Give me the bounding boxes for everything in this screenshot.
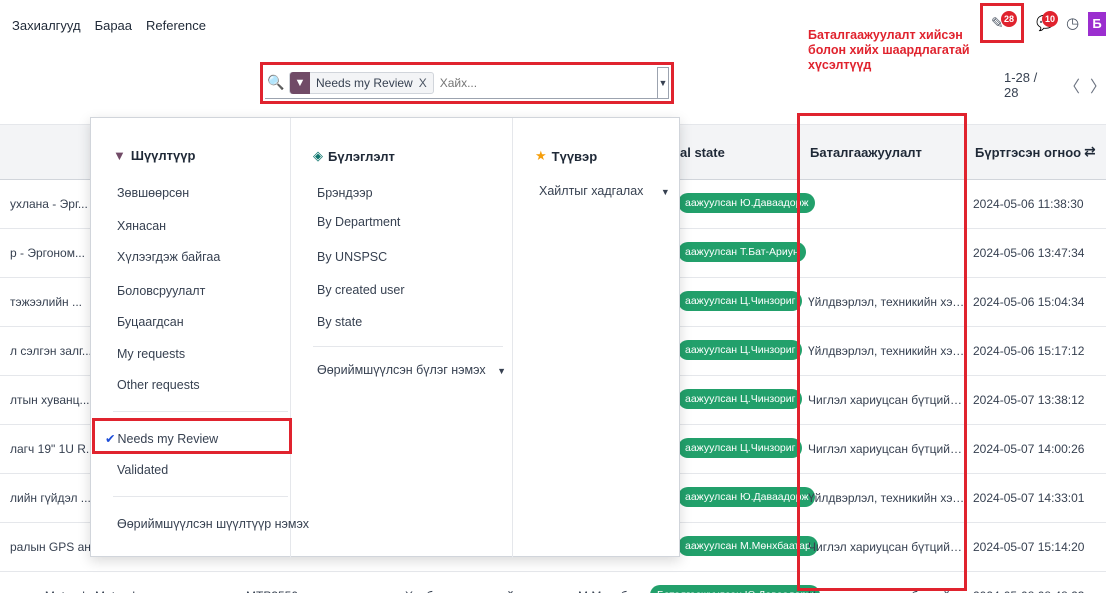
filters-separator [113, 411, 288, 412]
filters-separator-2 [113, 496, 288, 497]
cell-name: лийн гүйдэл ... [10, 491, 90, 505]
filter-my-requests[interactable]: My requests [117, 347, 185, 361]
cell-date: 2024-05-07 13:38:12 [973, 393, 1085, 407]
save-search-label: Хайлтыг хадгалах [539, 184, 644, 198]
main-menu: Захиалгууд Бараа Reference [12, 18, 206, 33]
chevron-down-icon: ▼ [497, 366, 507, 376]
cell-name: тэжээлийн ... [10, 295, 82, 309]
annotation-note: Баталгаажуулалт хийсэн болон хийх шаардл… [808, 28, 970, 72]
groupby-unspsc[interactable]: By UNSPSC [317, 250, 387, 264]
cell-state-pill: аажуулсан Ц.Чинзориг [678, 291, 803, 311]
filter-reviewed[interactable]: Хянасан [117, 219, 166, 233]
menu-reference[interactable]: Reference [146, 18, 206, 33]
groupby-title: Бүлэглэлт [328, 148, 395, 164]
avatar[interactable]: Б [1088, 12, 1106, 36]
search-facet: ▼ Needs my Review X [289, 71, 434, 94]
chevron-down-icon: ▼ [660, 187, 670, 197]
col-header-date[interactable]: Бүртгэсэн огноо [975, 145, 1081, 160]
favorites-heading: ★ Түүвэр [535, 148, 597, 164]
favorites-title: Түүвэр [551, 148, 598, 164]
save-search[interactable]: Хайлтыг хадгалах ▼ [539, 184, 670, 198]
filters-heading: ▼ Шүүлтүүр [113, 148, 195, 163]
add-custom-group[interactable]: Өөриймшүүлсэн бүлэг нэмэх ▼ [317, 363, 506, 377]
clock-icon[interactable]: ◷ [1066, 14, 1079, 32]
facet-close-icon[interactable]: X [419, 76, 433, 90]
facet-label: Needs my Review [316, 75, 413, 90]
cell-state-pill: аажуулсан Ц.Чинзориг [678, 340, 803, 360]
cell-department: Холбоо, мэдээллийн технолог... [405, 589, 581, 593]
cell-name: л сэлгэн залг... [10, 344, 90, 358]
filter-processing[interactable]: Боловсруулалт [117, 284, 205, 298]
cell-state-pill: аажуулсан Ц.Чинзориг [678, 438, 803, 458]
add-custom-filter[interactable]: Өөриймшүүлсэн шүүлтүүр нэмэх [117, 517, 309, 531]
highlight-needs-my-review [92, 418, 292, 454]
groupby-brand[interactable]: Брэндээр [317, 186, 373, 200]
groupby-state[interactable]: By state [317, 315, 362, 329]
cell-date: 2024-05-08 08:48:23 [973, 589, 1103, 593]
favorites-column: ★ Түүвэр Хайлтыг хадгалах ▼ [513, 118, 681, 558]
cell-date: 2024-05-07 14:33:01 [973, 491, 1085, 505]
cell-state-pill: Баталгаажуулсан Ю.Даваадорж [650, 585, 821, 593]
cell-date: 2024-05-06 15:17:12 [973, 344, 1085, 358]
search-bar: 🔍 ▼ Needs my Review X [265, 67, 669, 99]
search-input[interactable] [439, 75, 620, 90]
filter-other-requests[interactable]: Other requests [117, 378, 200, 392]
cell-name: ралын GPS ан... [10, 540, 90, 554]
filters-column: ▼ Шүүлтүүр Зөвшөөрсөн Хянасан Хүлээгдэж … [91, 118, 309, 558]
cell-user: М.Мөнхбаяр [578, 589, 647, 593]
groupby-department[interactable]: By Department [317, 215, 400, 229]
cell-model: MTP3550 [246, 589, 298, 593]
filter-pending[interactable]: Хүлээгдэж байгаа [117, 250, 220, 264]
add-custom-group-label: Өөриймшүүлсэн бүлэг нэмэх [317, 363, 486, 377]
pager-next-icon[interactable]: 〉 [1090, 73, 1106, 97]
cell-state-pill: аажуулсан Ю.Даваадорж [678, 193, 816, 213]
cell-date: 2024-05-07 15:14:20 [973, 540, 1085, 554]
cell-name: лагч 19" 1U R... [10, 442, 90, 456]
filter-icon: ▼ [290, 71, 310, 94]
filter-validated[interactable]: Validated [117, 463, 168, 477]
cell-name: ухлана - Эрг... [10, 197, 88, 211]
cell-state-pill: аажуулсан Ц.Чинзориг [678, 389, 803, 409]
groupby-column: ◈ Бүлэглэлт Брэндээр By Department By UN… [291, 118, 513, 558]
column-settings-icon[interactable]: ⇄ [1084, 143, 1096, 160]
groupby-created-user[interactable]: By created user [317, 283, 405, 297]
cell-name: лтын хуванц... [10, 393, 90, 407]
highlight-approval-column [797, 113, 967, 591]
menu-orders[interactable]: Захиалгууд [12, 18, 81, 33]
cell-date: 2024-05-07 14:00:26 [973, 442, 1085, 456]
filter-approved[interactable]: Зөвшөөрсөн [117, 186, 189, 200]
cell-date: 2024-05-06 13:47:34 [973, 246, 1085, 260]
cell-name: станц Motorol... [10, 589, 90, 593]
messages-badge: 10 [1042, 11, 1059, 27]
filter-icon: ▼ [113, 148, 126, 163]
layers-icon: ◈ [313, 148, 323, 163]
search-dropdown-panel: ▼ Шүүлтүүр Зөвшөөрсөн Хянасан Хүлээгдэж … [90, 117, 681, 558]
menu-products[interactable]: Бараа [95, 18, 132, 33]
cell-date: 2024-05-06 11:38:30 [973, 197, 1084, 211]
pager-prev-icon[interactable]: 〈 [1064, 73, 1080, 97]
cell-date: 2024-05-06 15:04:34 [973, 295, 1085, 309]
cell-state-pill: аажуулсан Т.Бат-Ариун [678, 242, 806, 262]
cell-state-pill: аажуулсан Ю.Даваадорж [678, 487, 816, 507]
cell-brand: Motorola [95, 589, 142, 593]
col-header-state[interactable]: al state [680, 145, 725, 160]
groupby-heading: ◈ Бүлэглэлт [313, 148, 395, 164]
cell-name: р - Эргоном... [10, 246, 85, 260]
filters-title: Шүүлтүүр [130, 148, 196, 163]
filter-returned[interactable]: Буцаагдсан [117, 315, 184, 329]
pager-range[interactable]: 1-28 / 28 [1004, 70, 1054, 100]
star-icon: ★ [535, 148, 547, 163]
pager: 1-28 / 28 〈 〉 [1004, 70, 1106, 100]
groupby-separator [313, 346, 503, 347]
search-options-toggle[interactable]: ▼ [657, 67, 669, 99]
activity-badge: 28 [1001, 11, 1018, 27]
search-icon[interactable]: 🔍 [265, 74, 287, 91]
